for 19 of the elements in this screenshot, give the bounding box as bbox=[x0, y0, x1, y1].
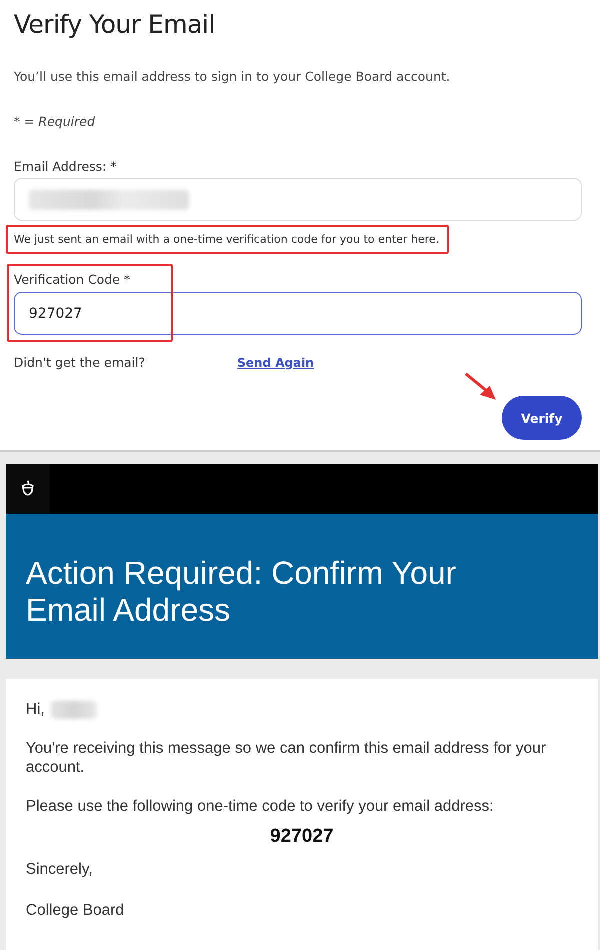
resend-prompt: Didn't get the email? bbox=[14, 355, 146, 370]
send-again-link[interactable]: Send Again bbox=[237, 356, 314, 370]
page-title: Verify Your Email bbox=[14, 10, 216, 39]
required-note: * = Required bbox=[14, 114, 96, 129]
code-field[interactable]: 927027 bbox=[14, 292, 582, 335]
message-paragraph: You're receiving this message so we can confirm this email address for your account. bbox=[26, 739, 548, 777]
greeting-text: Hi, bbox=[26, 701, 45, 719]
message-paragraph: Please use the following one-time code to verify your email address: bbox=[26, 797, 495, 816]
email-field[interactable] bbox=[14, 178, 582, 221]
verify-button[interactable]: Verify bbox=[502, 396, 582, 440]
closing-text: Sincerely, bbox=[26, 860, 94, 879]
field-label: Verification Code * bbox=[14, 272, 132, 287]
description-text: You’ll use this email address to sign in to your College Board account. bbox=[14, 69, 452, 84]
closing-text: College Board bbox=[26, 901, 126, 920]
field-label: Email Address: * bbox=[14, 159, 118, 174]
acorn-icon bbox=[21, 480, 35, 498]
notice-text: We just sent an email with a one-time verification code for you to enter here. bbox=[14, 233, 440, 246]
email-heading: Action Required: Confirm Your Email Address bbox=[26, 554, 458, 628]
verification-code: 927027 bbox=[269, 826, 335, 848]
